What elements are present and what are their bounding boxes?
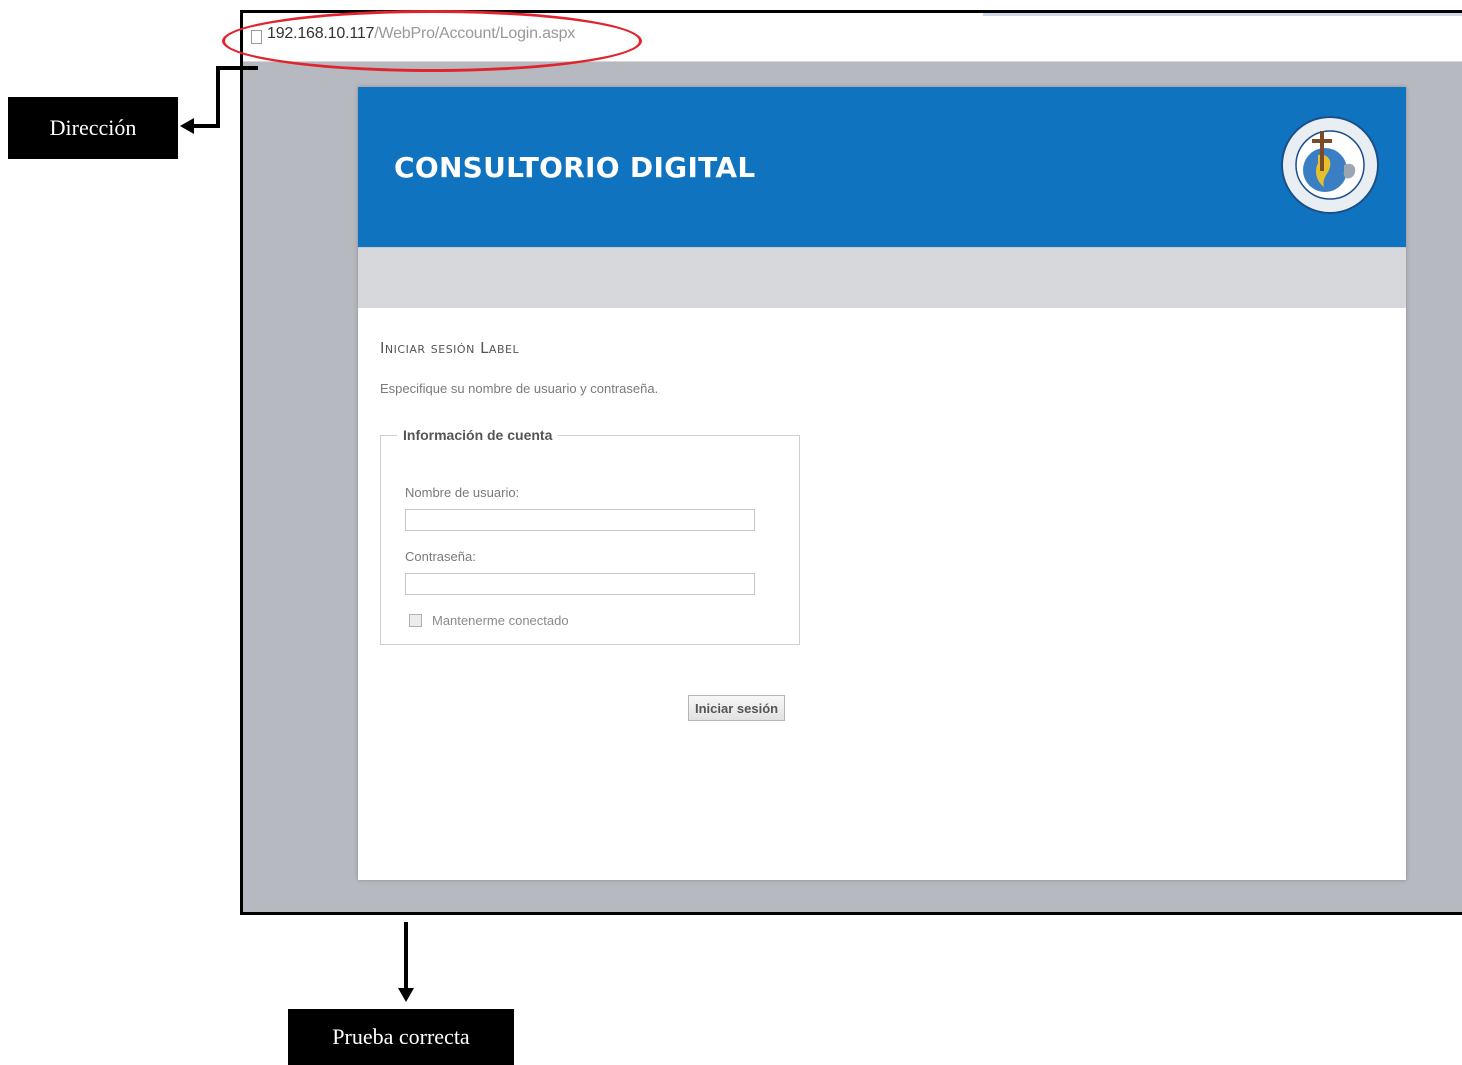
remember-me-option[interactable]: Mantenerme conectado — [409, 613, 569, 628]
login-page: CONSULTORIO DIGITAL Iniciar sesión Label… — [358, 87, 1406, 880]
url-highlight-ellipse — [222, 10, 642, 72]
password-label: Contraseña: — [405, 549, 476, 564]
remember-me-checkbox[interactable] — [409, 614, 422, 627]
login-button[interactable]: Iniciar sesión — [688, 695, 786, 721]
university-seal-icon — [1281, 116, 1379, 214]
username-label: Nombre de usuario: — [405, 485, 520, 500]
address-callout: Dirección — [8, 97, 178, 159]
app-header: CONSULTORIO DIGITAL — [358, 87, 1406, 247]
result-callout: Prueba correcta — [288, 1009, 514, 1065]
account-info-fieldset: Información de cuenta Nombre de usuario:… — [380, 427, 800, 645]
tab-strip-edge — [983, 13, 1462, 16]
app-title: CONSULTORIO DIGITAL — [394, 151, 756, 184]
password-input[interactable] — [405, 573, 755, 595]
fieldset-legend: Información de cuenta — [403, 427, 553, 443]
browser-screenshot: 192.168.10.117/WebPro/Account/Login.aspx… — [240, 10, 1462, 915]
menu-strip — [358, 247, 1406, 308]
remember-me-label: Mantenerme conectado — [432, 613, 569, 628]
username-input[interactable] — [405, 509, 755, 531]
prueba-arrow — [398, 922, 414, 1002]
instructions-text: Especifique su nombre de usuario y contr… — [380, 381, 659, 396]
section-title: Iniciar sesión Label — [380, 339, 520, 357]
